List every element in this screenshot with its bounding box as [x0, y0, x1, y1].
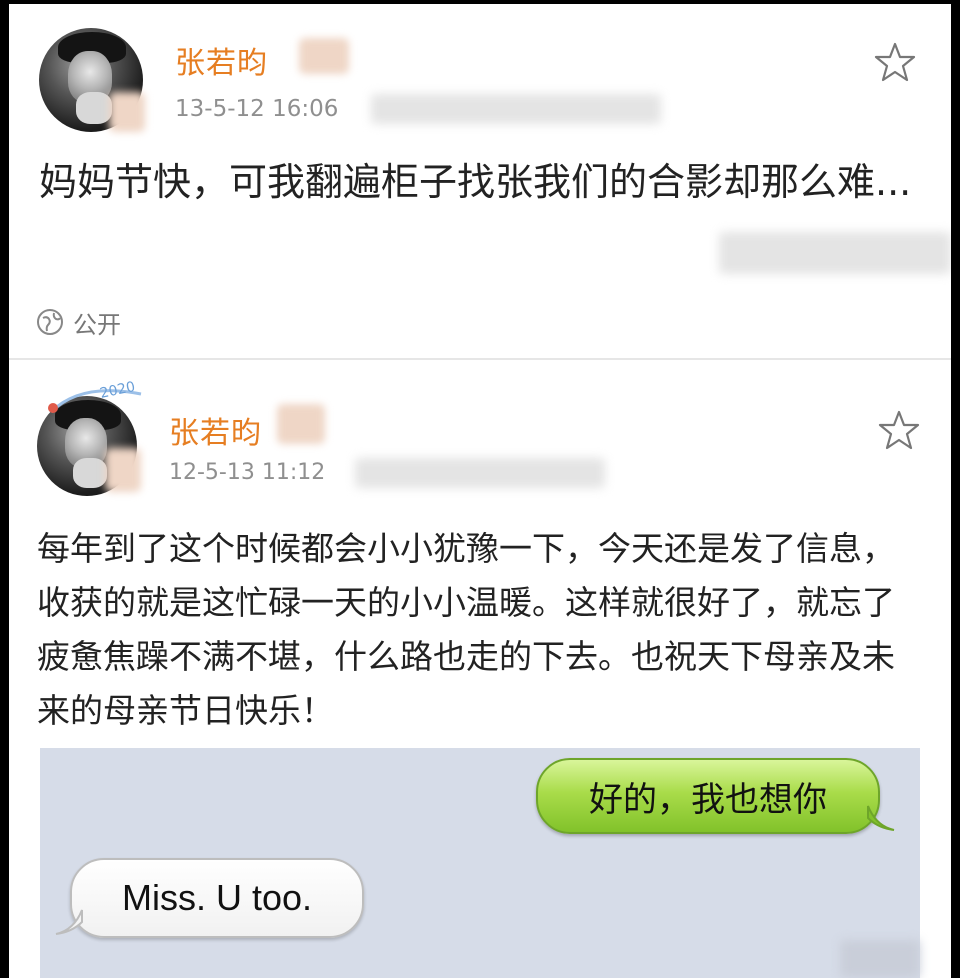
- blur-mask: [277, 404, 325, 444]
- globe-icon: [37, 309, 63, 335]
- sent-message-bubble: 好的，我也想你: [536, 758, 880, 834]
- favorite-button[interactable]: [873, 40, 917, 84]
- received-message-bubble: Miss. U too.: [70, 858, 364, 938]
- post-timestamp: 12-5-13 11:12: [169, 460, 326, 485]
- privacy-label: 公开: [73, 310, 121, 339]
- post-divider: [9, 358, 951, 360]
- weibo-screen: 张若昀 13-5-12 16:06 妈妈节快，可我翻遍柜子找张我们的合影却那么难…: [9, 4, 951, 978]
- blur-mask: [371, 94, 661, 124]
- bubble-tail: [55, 909, 83, 935]
- username[interactable]: 张若昀: [175, 38, 268, 82]
- privacy-setting[interactable]: 公开: [35, 304, 121, 340]
- blur-mask: [299, 38, 349, 74]
- post-text: 每年到了这个时候都会小小犹豫一下，今天还是发了信息，收获的就是这忙碌一天的小小温…: [37, 529, 895, 730]
- post-timestamp: 13-5-12 16:06: [175, 96, 339, 122]
- received-message-text: Miss. U too.: [121, 877, 313, 918]
- favorite-button[interactable]: [877, 408, 921, 452]
- username[interactable]: 张若昀: [169, 408, 262, 452]
- sent-message-text: 好的，我也想你: [589, 779, 827, 820]
- blur-mask: [109, 92, 145, 132]
- svg-text:2020: 2020: [99, 379, 137, 402]
- bubble-tail: [867, 805, 895, 831]
- attached-image-sms[interactable]: 好的，我也想你 Miss. U too.: [40, 748, 920, 978]
- avatar-hand: [76, 92, 112, 124]
- blur-mask: [355, 458, 605, 488]
- blur-mask: [840, 940, 920, 978]
- blur-mask: [105, 448, 141, 492]
- avatar-badge: 2020: [48, 379, 142, 414]
- star-icon: [878, 410, 920, 450]
- avatar-hand: [73, 458, 107, 488]
- post-text: 妈妈节快，可我翻遍柜子找张我们的合影却那么难...: [39, 160, 912, 204]
- blur-mask: [719, 232, 951, 274]
- star-icon: [874, 42, 916, 82]
